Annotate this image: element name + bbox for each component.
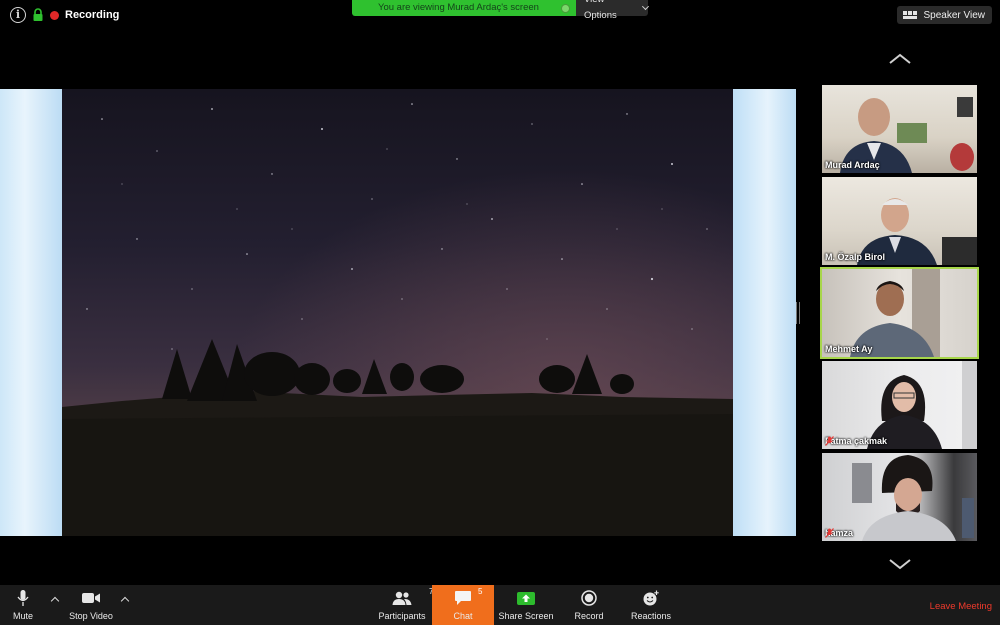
participant-name: M. Özalp Birol: [825, 252, 886, 262]
muted-mic-icon: [825, 436, 834, 446]
reactions-icon: [642, 589, 660, 607]
record-dot-icon: [50, 10, 59, 20]
participant-video-tile[interactable]: hamza: [822, 453, 977, 541]
mute-button[interactable]: Mute: [6, 585, 40, 625]
microphone-icon: [17, 589, 29, 607]
video-camera-icon: [81, 589, 101, 607]
record-button[interactable]: Record: [570, 585, 608, 625]
meeting-status: i Recording: [10, 7, 119, 23]
participant-name: Murad Ardaç: [825, 160, 880, 170]
stop-video-label: Stop Video: [69, 611, 113, 621]
chat-button[interactable]: 5 Chat: [432, 585, 494, 625]
speaker-view-label: Speaker View: [923, 9, 985, 21]
participant-video-tile[interactable]: Murad Ardaç: [822, 85, 977, 173]
participants-button[interactable]: 70 Participants: [374, 585, 438, 625]
meeting-toolbar: Mute Stop Video 70: [0, 585, 1000, 625]
audio-options-chevron[interactable]: [50, 596, 60, 606]
participant-name: hamza: [825, 528, 854, 538]
zoom-meeting-window: i Recording You are viewing Murad Ardaç'…: [0, 0, 1000, 625]
stop-video-button[interactable]: Stop Video: [66, 585, 116, 625]
view-options-label: View Options: [584, 0, 617, 21]
reactions-button[interactable]: Reactions: [626, 585, 676, 625]
lock-icon[interactable]: [32, 8, 44, 22]
chat-count: 5: [478, 587, 483, 596]
panel-resize-handle[interactable]: [796, 302, 800, 324]
participant-name: Mehmet Ay: [825, 344, 873, 354]
leave-meeting-button[interactable]: Leave Meeting: [930, 601, 992, 612]
share-screen-button[interactable]: Share Screen: [496, 585, 556, 625]
reactions-label: Reactions: [630, 611, 672, 621]
muted-mic-icon: [825, 528, 834, 538]
shared-screen-right-margin: [733, 89, 796, 536]
participants-label: Participants: [378, 611, 426, 621]
share-screen-icon: [516, 589, 536, 607]
speaker-view-button[interactable]: Speaker View: [897, 6, 992, 24]
participants-icon: 70: [391, 587, 438, 607]
night-sky-photo: [62, 89, 733, 536]
share-status: You are viewing Murad Ardaç's screen: [352, 0, 576, 16]
chevron-down-icon[interactable]: [888, 557, 912, 571]
share-banner-text: You are viewing Murad Ardaç's screen: [378, 2, 539, 13]
chevron-down-icon: [642, 3, 650, 10]
screen-share-banner: You are viewing Murad Ardaç's screen Vie…: [352, 0, 650, 21]
status-dot-icon: [561, 4, 570, 13]
record-label: Record: [574, 611, 604, 621]
chevron-up-icon[interactable]: [888, 52, 912, 66]
participant-thumbnails: Murad Ardaç M. Özalp Birol Mehmet Ay Fat…: [820, 85, 979, 545]
participant-video-tile[interactable]: M. Özalp Birol: [822, 177, 977, 265]
shared-screen: [0, 89, 796, 536]
video-options-chevron[interactable]: [120, 596, 130, 606]
view-options-button[interactable]: View Options: [576, 0, 650, 21]
participant-name: Fatma çakmak: [825, 436, 888, 446]
participant-video-tile[interactable]: Mehmet Ay: [820, 267, 979, 359]
chat-icon: 5: [454, 587, 482, 607]
mute-label: Mute: [12, 611, 33, 621]
participant-video-tile[interactable]: Fatma çakmak: [822, 361, 977, 449]
info-icon[interactable]: i: [10, 7, 26, 23]
recording-label: Recording: [65, 9, 120, 21]
record-icon: [581, 589, 597, 607]
chat-label: Chat: [453, 611, 473, 621]
share-screen-label: Share Screen: [498, 611, 554, 621]
grid-icon: [903, 11, 918, 19]
shared-screen-left-margin: [0, 89, 62, 536]
